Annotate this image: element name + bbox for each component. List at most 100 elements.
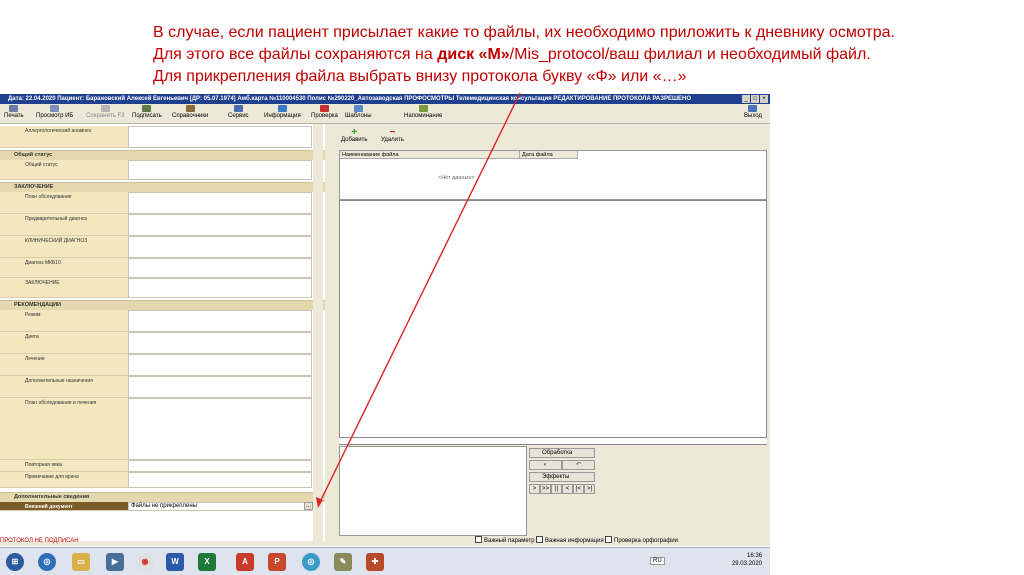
effects-button[interactable]: Эффекты bbox=[529, 472, 595, 482]
system-clock[interactable]: 16:36 29.03.2020 bbox=[732, 552, 762, 568]
sign-icon bbox=[142, 105, 152, 112]
disk-m-highlight: диск «М» bbox=[437, 46, 510, 63]
important-info-checkbox[interactable]: Важная информация bbox=[536, 536, 604, 546]
spelling-checkbox[interactable]: Проверка орфографии bbox=[605, 536, 678, 546]
check-button[interactable]: Проверка bbox=[311, 105, 338, 122]
minus-icon: − bbox=[389, 127, 396, 138]
powerpoint-icon[interactable]: P bbox=[268, 553, 286, 571]
book-icon bbox=[185, 105, 195, 112]
clinical-dx-field[interactable] bbox=[128, 236, 312, 258]
form-row-treatment: Лечение × bbox=[0, 354, 325, 376]
search-icon[interactable]: ◎ bbox=[38, 553, 56, 571]
conclusion-field[interactable] bbox=[128, 278, 312, 298]
prelim-dx-field[interactable] bbox=[128, 214, 312, 236]
templates-button[interactable]: Шаблоны bbox=[345, 105, 372, 122]
caption-line-1: В случае, если пациент присылает какие т… bbox=[153, 24, 895, 41]
media-player-icon[interactable]: ▶ bbox=[106, 553, 124, 571]
form-row-extra-prescriptions: Дополнительные назначения × bbox=[0, 376, 325, 398]
nav-fast-forward-button[interactable]: >> bbox=[540, 484, 551, 494]
maximize-button[interactable]: □ bbox=[751, 95, 759, 103]
reminder-button[interactable]: Напоминание bbox=[404, 105, 442, 122]
info-icon bbox=[277, 105, 287, 112]
important-param-checkbox[interactable]: Важный параметр bbox=[475, 536, 535, 546]
minimize-button[interactable]: _ bbox=[742, 95, 750, 103]
main-toolbar: Печать Просмотр ИБ Сохранить F3 Подписат… bbox=[0, 104, 770, 124]
form-row-general-status: Общий статус bbox=[0, 160, 325, 180]
undo-icon[interactable]: ↶ bbox=[562, 460, 595, 470]
word-icon[interactable]: W bbox=[166, 553, 184, 571]
exam-plan-field[interactable] bbox=[128, 192, 312, 214]
delete-file-button[interactable]: − Удалить bbox=[381, 127, 404, 146]
external-doc-field[interactable]: Файлы не прикреплены bbox=[128, 502, 312, 511]
form-row-allergy: Аллергологический анамнез × bbox=[0, 126, 325, 148]
save-icon bbox=[100, 105, 110, 112]
printer-icon bbox=[9, 105, 19, 112]
reference-button[interactable]: Справочники bbox=[172, 105, 208, 122]
nav-prev-button[interactable]: < bbox=[562, 484, 573, 494]
attached-files-pane: + Добавить − Удалить Наименование файла Да… bbox=[337, 128, 769, 536]
form-row-conclusion: ЗАКЛЮЧЕНИЕ × bbox=[0, 278, 325, 298]
processing-button[interactable]: Обработка bbox=[529, 448, 595, 458]
regime-field[interactable] bbox=[128, 310, 312, 332]
dx-mkb-field[interactable] bbox=[128, 258, 312, 278]
diet-field[interactable] bbox=[128, 332, 312, 354]
tool-icon[interactable]: ✎ bbox=[334, 553, 352, 571]
form-row-doctor-note: Примечание для врача × bbox=[0, 472, 325, 488]
thumbnail-area bbox=[339, 446, 527, 536]
add-file-button[interactable]: + Добавить bbox=[341, 127, 368, 146]
instruction-caption: В случае, если пациент присылает какие т… bbox=[153, 22, 1013, 88]
start-icon[interactable]: ⊞ bbox=[6, 553, 24, 571]
service-button[interactable]: Сервис bbox=[228, 105, 249, 122]
not-signed-status: ПРОТОКОЛ НЕ ПОДПИСАН bbox=[0, 538, 79, 544]
rotate-icon[interactable]: ◐ bbox=[529, 460, 562, 470]
mis-app-icon[interactable]: ✚ bbox=[366, 553, 384, 571]
col-file-name[interactable]: Наименование файла bbox=[340, 151, 520, 159]
language-indicator[interactable]: RU bbox=[650, 557, 665, 565]
print-button[interactable]: Печать bbox=[4, 105, 24, 122]
windows-taskbar: ⊞ ◎ ▭ ▶ ◉ W X A P ◎ ✎ ✚ RU 16:36 29.03.2… bbox=[0, 547, 770, 575]
document-view-icon bbox=[50, 105, 60, 112]
view-ib-button[interactable]: Просмотр ИБ bbox=[36, 105, 73, 122]
checkbox-icon bbox=[536, 536, 543, 543]
status-bar: ПРОТОКОЛ НЕ ПОДПИСАН Важный параметр Важ… bbox=[0, 536, 770, 546]
general-status-field[interactable] bbox=[128, 160, 312, 180]
folder-icon[interactable]: ▭ bbox=[72, 553, 90, 571]
save-button[interactable]: Сохранить F3 bbox=[86, 105, 124, 122]
treatment-field[interactable] bbox=[128, 354, 312, 376]
app-icon[interactable]: ◎ bbox=[302, 553, 320, 571]
nav-pause-button[interactable]: || bbox=[551, 484, 562, 494]
plus-icon: + bbox=[351, 127, 358, 138]
form-scrollbar[interactable] bbox=[313, 124, 323, 541]
window-title: Дата: 22.04.2020 Пациент: Барановский Ал… bbox=[8, 96, 692, 102]
attach-ellipsis-button[interactable]: ... bbox=[304, 502, 313, 510]
form-row-exam-plan: План обследования × bbox=[0, 192, 325, 214]
col-file-date[interactable]: Дата файла bbox=[520, 151, 578, 159]
form-row-diet: Диета × bbox=[0, 332, 325, 354]
pdf-icon[interactable]: A bbox=[236, 553, 254, 571]
nav-last-button[interactable]: >| bbox=[584, 484, 595, 494]
exit-button[interactable]: Выход bbox=[744, 105, 762, 122]
section-extra-info: Дополнительные сведения bbox=[0, 492, 325, 502]
info-button[interactable]: Информация bbox=[264, 105, 301, 122]
nav-next-button[interactable]: > bbox=[529, 484, 540, 494]
exam-treat-plan-field[interactable] bbox=[128, 398, 312, 460]
chrome-icon[interactable]: ◉ bbox=[136, 553, 154, 571]
caption-line-3: Для прикрепления файла выбрать внизу про… bbox=[153, 68, 687, 85]
section-recommendations: РЕКОМЕНДАЦИИ bbox=[0, 300, 325, 310]
doctor-note-field[interactable] bbox=[128, 472, 312, 488]
protocol-window: Дата: 22.04.2020 Пациент: Барановский Ал… bbox=[0, 94, 770, 546]
sign-button[interactable]: Подписать bbox=[132, 105, 162, 122]
form-row-regime: Режим × bbox=[0, 310, 325, 332]
clock-time: 16:36 bbox=[746, 553, 762, 559]
checkbox-icon bbox=[475, 536, 482, 543]
excel-icon[interactable]: X bbox=[198, 553, 216, 571]
nav-first-button[interactable]: |< bbox=[573, 484, 584, 494]
section-conclusion: ЗАКЛЮЧЕНИЕ bbox=[0, 182, 325, 192]
close-button[interactable]: × bbox=[760, 95, 768, 103]
extra-prescriptions-field[interactable] bbox=[128, 376, 312, 398]
repeat-visit-dropdown[interactable] bbox=[128, 460, 312, 472]
form-row-repeat-visit: Повторная явка × bbox=[0, 460, 325, 472]
allergy-field[interactable] bbox=[128, 126, 312, 148]
form-row-external-doc: Внешний документ Файлы не прикреплены ..… bbox=[0, 502, 325, 511]
exit-icon bbox=[748, 105, 758, 112]
